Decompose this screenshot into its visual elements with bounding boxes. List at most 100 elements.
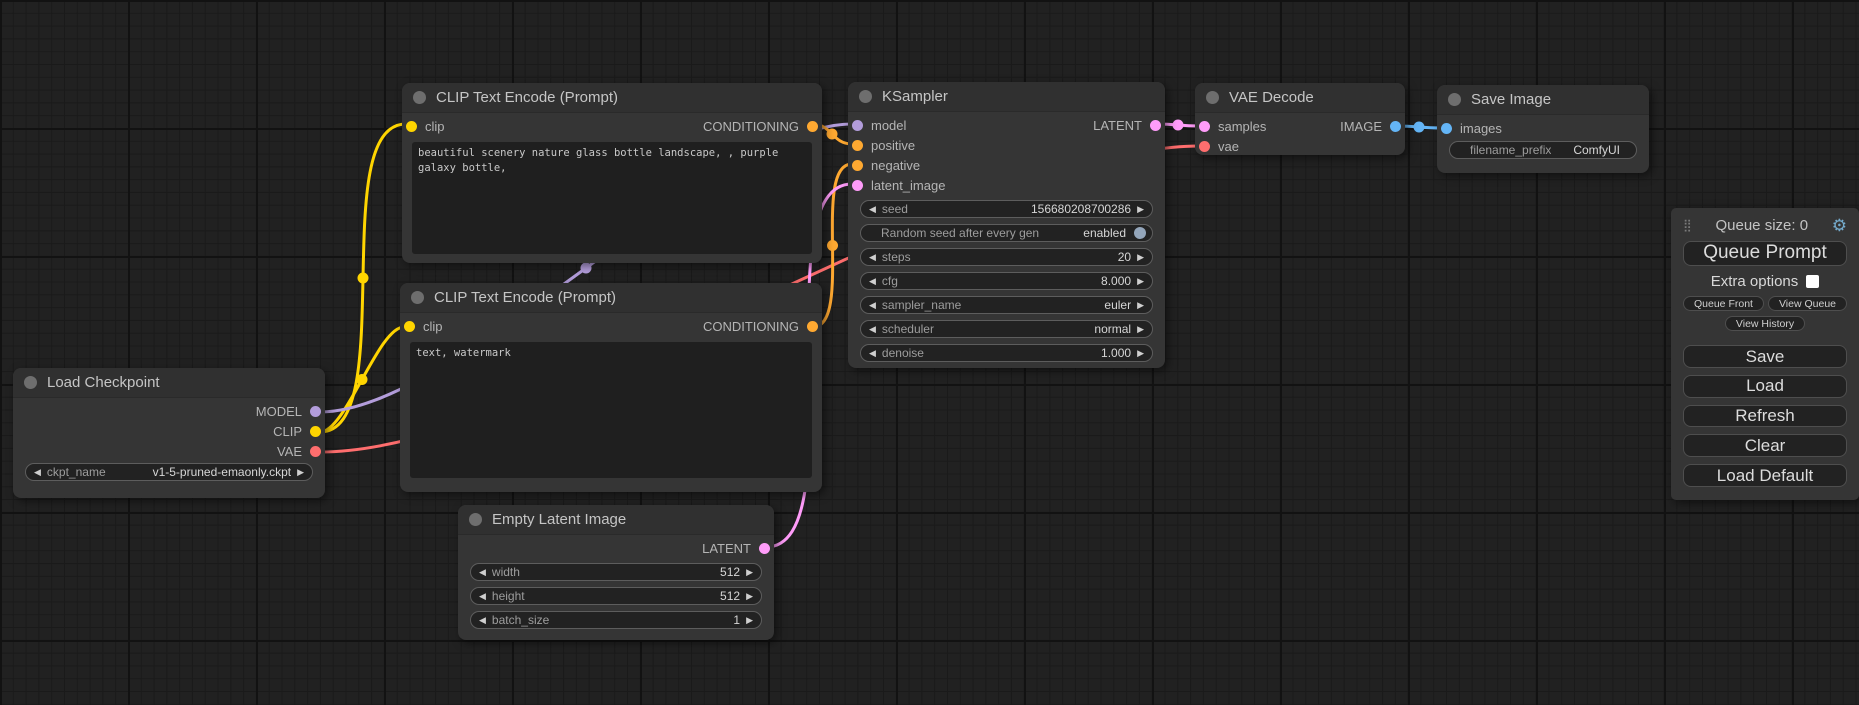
- node-vae-decode[interactable]: VAE Decode samples IMAGE vae: [1195, 83, 1405, 155]
- decrement-arrow-icon[interactable]: ◀: [479, 616, 486, 625]
- clip-output-slot[interactable]: [310, 426, 321, 437]
- denoise-widget[interactable]: ◀ denoise 1.000 ▶: [860, 344, 1153, 362]
- model-input-slot[interactable]: [852, 120, 863, 131]
- extra-options-checkbox[interactable]: [1806, 275, 1819, 288]
- node-title-bar[interactable]: Load Checkpoint: [13, 368, 325, 398]
- output-label: MODEL: [256, 404, 302, 419]
- collapse-dot-icon[interactable]: [411, 291, 424, 304]
- steps-widget[interactable]: ◀ steps 20 ▶: [860, 248, 1153, 266]
- node-title-bar[interactable]: CLIP Text Encode (Prompt): [400, 283, 822, 313]
- increment-arrow-icon[interactable]: ▶: [1137, 277, 1144, 286]
- model-output-slot[interactable]: [310, 406, 321, 417]
- decrement-arrow-icon[interactable]: ◀: [479, 592, 486, 601]
- decrement-arrow-icon[interactable]: ◀: [34, 468, 41, 477]
- sampler-name-widget[interactable]: ◀ sampler_name euler ▶: [860, 296, 1153, 314]
- positive-prompt-textarea[interactable]: beautiful scenery nature glass bottle la…: [412, 142, 812, 254]
- output-label: CONDITIONING: [703, 119, 799, 134]
- node-save-image[interactable]: Save Image images filename_prefix ComfyU…: [1437, 85, 1649, 173]
- queue-front-button[interactable]: Queue Front: [1683, 296, 1764, 311]
- seed-widget[interactable]: ◀ seed 156680208700286 ▶: [860, 200, 1153, 218]
- node-title: Load Checkpoint: [47, 374, 160, 391]
- collapse-dot-icon[interactable]: [1206, 91, 1219, 104]
- wire-midpoint-dot-clip-to-negative-clip: [357, 374, 368, 385]
- output-label: LATENT: [1093, 118, 1142, 133]
- increment-arrow-icon[interactable]: ▶: [746, 616, 753, 625]
- batch-size-widget[interactable]: ◀ batch_size 1 ▶: [470, 611, 762, 629]
- input-label: negative: [871, 158, 920, 173]
- load-default-button[interactable]: Load Default: [1683, 464, 1847, 487]
- latent-output-slot[interactable]: [759, 543, 770, 554]
- increment-arrow-icon[interactable]: ▶: [297, 468, 304, 477]
- node-title-bar[interactable]: CLIP Text Encode (Prompt): [402, 83, 822, 113]
- samples-input-slot[interactable]: [1199, 121, 1210, 132]
- node-empty-latent-image[interactable]: Empty Latent Image LATENT ◀ width 512 ▶ …: [458, 505, 774, 640]
- conditioning-output-slot[interactable]: [807, 121, 818, 132]
- node-clip-text-encode-positive[interactable]: CLIP Text Encode (Prompt) clip CONDITION…: [402, 83, 822, 263]
- node-title: VAE Decode: [1229, 89, 1314, 106]
- drag-handle-icon[interactable]: ⣿: [1683, 218, 1692, 232]
- increment-arrow-icon[interactable]: ▶: [1137, 349, 1144, 358]
- decrement-arrow-icon[interactable]: ◀: [869, 277, 876, 286]
- queue-prompt-button[interactable]: Queue Prompt: [1683, 241, 1847, 267]
- decrement-arrow-icon[interactable]: ◀: [869, 301, 876, 310]
- ckpt-name-widget[interactable]: ◀ ckpt_name v1-5-pruned-emaonly.ckpt ▶: [25, 463, 313, 481]
- refresh-button[interactable]: Refresh: [1683, 405, 1847, 428]
- collapse-dot-icon[interactable]: [24, 376, 37, 389]
- decrement-arrow-icon[interactable]: ◀: [479, 568, 486, 577]
- collapse-dot-icon[interactable]: [859, 90, 872, 103]
- vae-input-slot[interactable]: [1199, 141, 1210, 152]
- comfyui-canvas[interactable]: { "slot_colors":{ "model":"#B39DDB","cli…: [0, 0, 1859, 705]
- height-widget[interactable]: ◀ height 512 ▶: [470, 587, 762, 605]
- vae-output-slot[interactable]: [310, 446, 321, 457]
- clear-button[interactable]: Clear: [1683, 434, 1847, 457]
- random-seed-toggle-widget[interactable]: Random seed after every gen enabled: [860, 224, 1153, 242]
- node-title-bar[interactable]: Empty Latent Image: [458, 505, 774, 535]
- extra-options-label: Extra options: [1711, 273, 1799, 290]
- node-title-bar[interactable]: VAE Decode: [1195, 83, 1405, 113]
- latent-output-slot[interactable]: [1150, 120, 1161, 131]
- input-label: latent_image: [871, 178, 945, 193]
- filename-prefix-widget[interactable]: filename_prefix ComfyUI: [1449, 141, 1637, 159]
- conditioning-output-slot[interactable]: [807, 321, 818, 332]
- increment-arrow-icon[interactable]: ▶: [1137, 301, 1144, 310]
- width-widget[interactable]: ◀ width 512 ▶: [470, 563, 762, 581]
- node-title-bar[interactable]: KSampler: [848, 82, 1165, 112]
- node-clip-text-encode-negative[interactable]: CLIP Text Encode (Prompt) clip CONDITION…: [400, 283, 822, 492]
- clip-input-slot[interactable]: [406, 121, 417, 132]
- increment-arrow-icon[interactable]: ▶: [1137, 205, 1144, 214]
- node-title: KSampler: [882, 88, 948, 105]
- increment-arrow-icon[interactable]: ▶: [1137, 253, 1144, 262]
- negative-input-slot[interactable]: [852, 160, 863, 171]
- decrement-arrow-icon[interactable]: ◀: [869, 253, 876, 262]
- decrement-arrow-icon[interactable]: ◀: [869, 349, 876, 358]
- input-label: positive: [871, 138, 915, 153]
- decrement-arrow-icon[interactable]: ◀: [869, 205, 876, 214]
- output-label: LATENT: [702, 541, 751, 556]
- cfg-widget[interactable]: ◀ cfg 8.000 ▶: [860, 272, 1153, 290]
- node-title-bar[interactable]: Save Image: [1437, 85, 1649, 115]
- wire-midpoint-dot-positive-conditioning: [827, 129, 838, 140]
- save-button[interactable]: Save: [1683, 345, 1847, 368]
- toggle-dot-icon[interactable]: [1134, 227, 1146, 239]
- latent-image-input-slot[interactable]: [852, 180, 863, 191]
- image-output-slot[interactable]: [1390, 121, 1401, 132]
- increment-arrow-icon[interactable]: ▶: [1137, 325, 1144, 334]
- increment-arrow-icon[interactable]: ▶: [746, 592, 753, 601]
- node-ksampler[interactable]: KSampler model LATENT positive negative …: [848, 82, 1165, 368]
- collapse-dot-icon[interactable]: [413, 91, 426, 104]
- load-button[interactable]: Load: [1683, 375, 1847, 398]
- wire-clip-to-positive-clip: [320, 124, 406, 432]
- images-input-slot[interactable]: [1441, 123, 1452, 134]
- node-load-checkpoint[interactable]: Load Checkpoint MODEL CLIP VAE ◀ ckpt_na…: [13, 368, 325, 498]
- decrement-arrow-icon[interactable]: ◀: [869, 325, 876, 334]
- view-history-button[interactable]: View History: [1725, 316, 1805, 331]
- positive-input-slot[interactable]: [852, 140, 863, 151]
- negative-prompt-textarea[interactable]: text, watermark: [410, 342, 812, 478]
- collapse-dot-icon[interactable]: [469, 513, 482, 526]
- view-queue-button[interactable]: View Queue: [1768, 296, 1847, 311]
- increment-arrow-icon[interactable]: ▶: [746, 568, 753, 577]
- clip-input-slot[interactable]: [404, 321, 415, 332]
- collapse-dot-icon[interactable]: [1448, 93, 1461, 106]
- scheduler-widget[interactable]: ◀ scheduler normal ▶: [860, 320, 1153, 338]
- settings-gear-icon[interactable]: ⚙: [1832, 217, 1847, 234]
